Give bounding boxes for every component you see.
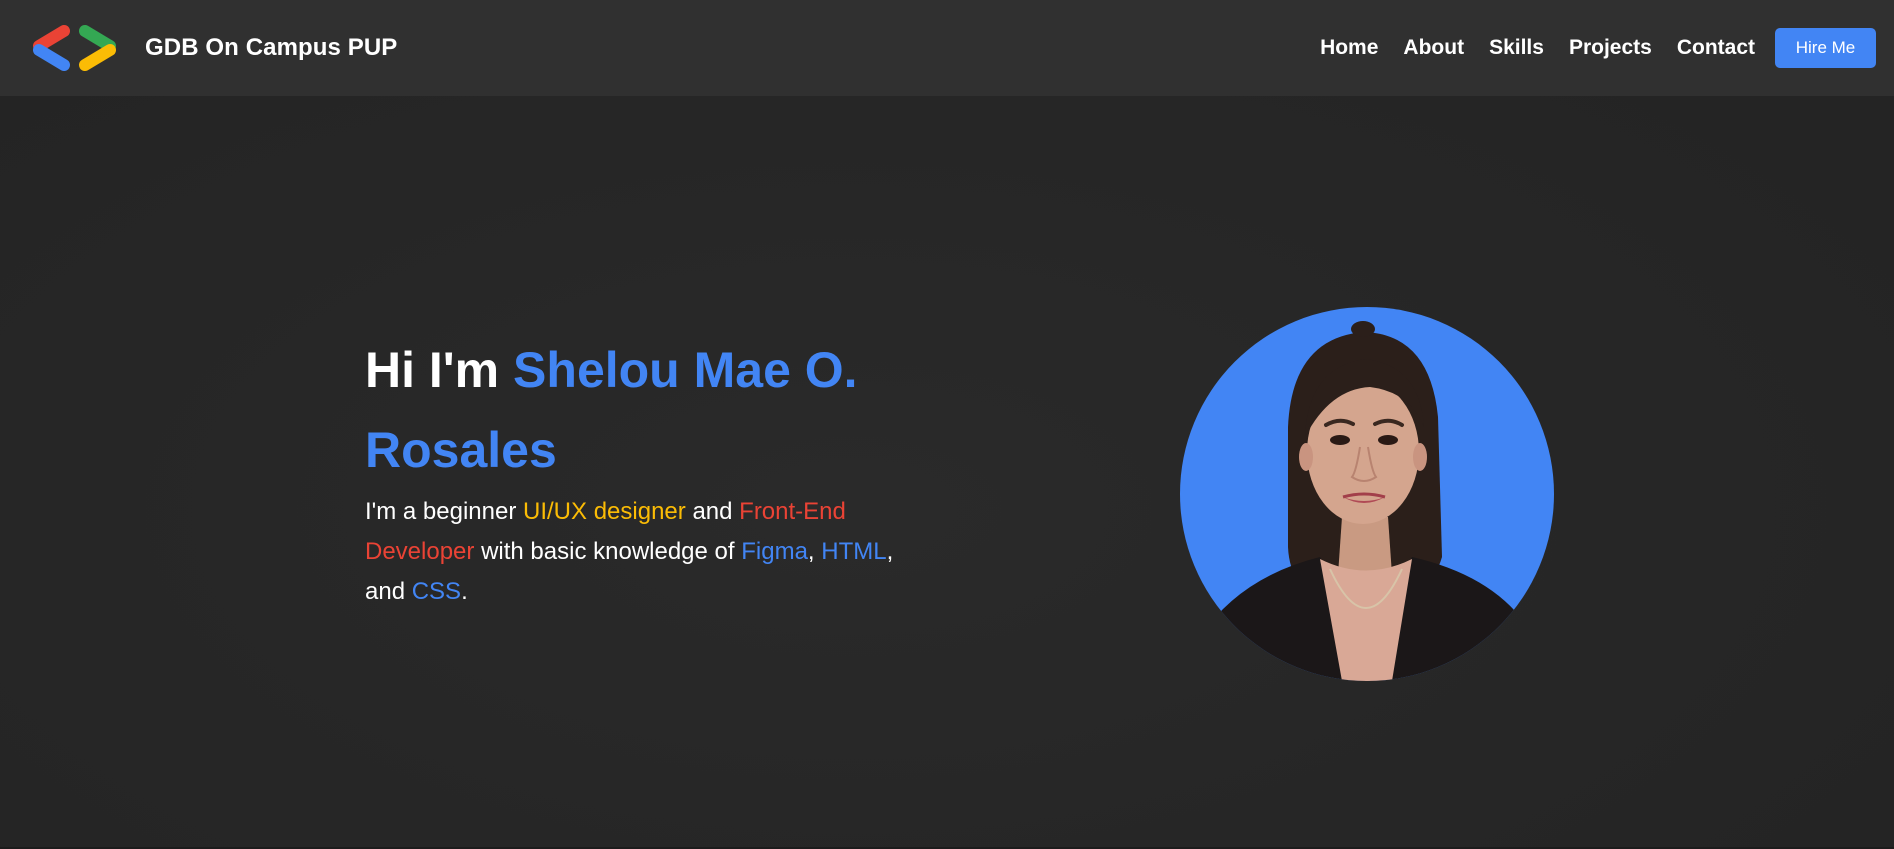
desc-text-3: with basic knowledge of xyxy=(481,538,735,565)
brand-name: GDB On Campus PUP xyxy=(145,34,398,61)
brand[interactable]: GDB On Campus PUP xyxy=(30,25,397,71)
desc-text-1: I'm a beginner xyxy=(365,498,517,525)
desc-text-4: and xyxy=(365,578,406,605)
main-nav: Home About Skills Projects Contact Hire … xyxy=(1320,28,1876,68)
hire-me-button[interactable]: Hire Me xyxy=(1775,28,1876,68)
navbar: GDB On Campus PUP Home About Skills Proj… xyxy=(0,0,1894,96)
skill-html: HTML xyxy=(821,538,887,565)
hero-greeting: Hi I'm xyxy=(365,342,500,398)
nav-link-skills[interactable]: Skills xyxy=(1489,36,1544,60)
hero-description: I'm a beginner UI/UX designer and Front-… xyxy=(365,492,935,612)
desc-end: . xyxy=(461,578,468,605)
hero-title: Hi I'm Shelou Mae O. Rosales xyxy=(365,330,965,490)
nav-link-projects[interactable]: Projects xyxy=(1569,36,1652,60)
profile-avatar xyxy=(1180,307,1554,681)
page: GDB On Campus PUP Home About Skills Proj… xyxy=(0,0,1894,849)
nav-link-home[interactable]: Home xyxy=(1320,36,1378,60)
gdg-logo-icon xyxy=(33,25,116,71)
desc-sep-2: , xyxy=(886,538,894,565)
profile-photo-icon xyxy=(1180,321,1554,681)
role-uiux: UI/UX designer xyxy=(523,498,686,525)
desc-text-2: and xyxy=(692,498,733,525)
hero-section: Hi I'm Shelou Mae O. Rosales I'm a begin… xyxy=(365,330,965,612)
nav-link-about[interactable]: About xyxy=(1403,36,1464,60)
skill-css: CSS xyxy=(411,578,462,605)
skill-figma: Figma xyxy=(741,538,808,565)
desc-sep-1: , xyxy=(807,538,815,565)
nav-link-contact[interactable]: Contact xyxy=(1677,36,1755,60)
